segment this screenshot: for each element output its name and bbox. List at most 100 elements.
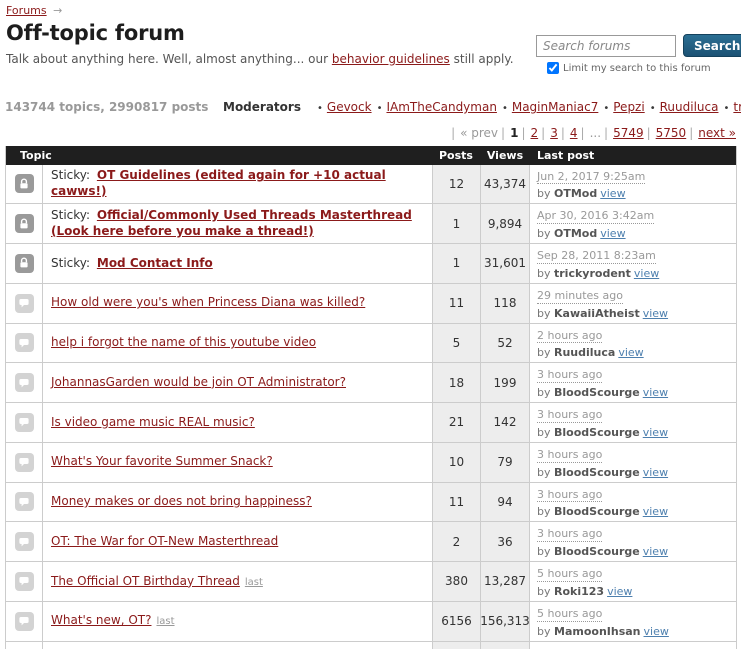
topic-cell: What's Your favorite Summer Snack?	[43, 443, 432, 482]
moderators-list: • Gevock • IAmTheCandyman • MaginManiac7 • Pepz…	[317, 100, 741, 114]
limit-search-checkbox[interactable]	[547, 62, 559, 74]
topic-status-cell	[6, 164, 43, 204]
pagination-item[interactable]: ...	[590, 126, 601, 140]
topic-link[interactable]: JohannasGarden would be join OT Administ…	[51, 375, 346, 389]
topic-link[interactable]: The Official OT Birthday Thread	[51, 574, 240, 588]
last-post-cell: Sep 28, 2011 8:23am by trickyrodent view	[530, 244, 736, 283]
pagination-item[interactable]: « prev	[460, 126, 498, 140]
view-link[interactable]: view	[643, 466, 668, 479]
bullet-icon: •	[649, 103, 656, 114]
pagination-cell: | 2	[518, 126, 538, 140]
column-header-topic: Topic	[20, 148, 52, 162]
posts-count: 1	[432, 204, 480, 243]
pagination-item[interactable]: 3	[550, 126, 558, 140]
last-post-cell: 5 hours ago by Roki123view	[530, 642, 736, 649]
topic-link[interactable]: OT Guidelines (edited again for +10 actu…	[51, 168, 386, 198]
moderator-link[interactable]: IAmTheCandyman	[386, 100, 496, 114]
description-text-tail: still apply.	[449, 52, 514, 66]
pagination-item[interactable]: next »	[698, 126, 736, 140]
last-post-date-link[interactable]: 5 hours ago	[537, 567, 603, 582]
last-post-date-link[interactable]: 29 minutes ago	[537, 289, 623, 304]
last-post-username: trickyrodent	[554, 266, 631, 280]
last-post-date-link[interactable]: 5 hours ago	[537, 607, 603, 622]
topic-status-cell	[6, 562, 43, 601]
moderator-link[interactable]: MaginManiac7	[512, 100, 599, 114]
posts-count: 11	[432, 283, 480, 323]
topic-link[interactable]: Official/Commonly Used Threads Masterthr…	[51, 208, 412, 238]
last-post-date-link[interactable]: 3 hours ago	[537, 408, 603, 423]
topic-link[interactable]: help i forgot the name of this youtube v…	[51, 335, 316, 349]
pagination-cell: |...	[578, 126, 602, 140]
last-post-date-link[interactable]: Sep 28, 2011 8:23am	[537, 249, 656, 264]
search-input[interactable]	[536, 34, 676, 57]
topic-link[interactable]: What's new, OT?	[51, 613, 151, 627]
moderator-link[interactable]: Ruudiluca	[660, 100, 719, 114]
table-row: You can make some friends in the gym? 3 …	[6, 641, 736, 649]
pagination-item[interactable]: 5749	[613, 126, 644, 140]
view-link[interactable]: view	[600, 227, 625, 240]
last-post-date-link[interactable]: 2 hours ago	[537, 329, 603, 344]
jump-to-last-link[interactable]: last	[245, 577, 263, 588]
topic-icon	[14, 611, 34, 631]
moderators-label: Moderators	[223, 100, 301, 114]
pagination-item[interactable]: 5750	[656, 126, 687, 140]
moderator-link[interactable]: trickyrodent	[733, 100, 741, 114]
topic-status-cell	[6, 323, 43, 363]
topic-status-cell	[6, 244, 43, 283]
pagination-item[interactable]: 2	[531, 126, 539, 140]
last-post-by: by Roki123 view	[537, 585, 729, 598]
last-post-date-link[interactable]: Apr 30, 2016 3:42am	[537, 209, 655, 224]
last-post-username: KawaiiAtheist	[554, 306, 640, 320]
last-post-by: by BloodScourge view	[537, 386, 729, 399]
view-link[interactable]: view	[600, 187, 625, 200]
topic-status-cell	[6, 641, 43, 649]
last-post-cell: 3 hours ago by BloodScourge view	[530, 522, 736, 561]
topic-link[interactable]: Is video game music REAL music?	[51, 415, 255, 429]
view-link[interactable]: view	[644, 625, 669, 638]
topic-link[interactable]: OT: The War for OT-New Masterthread	[51, 534, 278, 548]
by-label: by	[537, 227, 551, 240]
pagination-cell: | 4	[558, 126, 578, 140]
posts-count: 11	[432, 482, 480, 522]
moderator-link[interactable]: Gevock	[327, 100, 372, 114]
topic-link[interactable]: What's Your favorite Summer Snack?	[51, 454, 273, 468]
view-link[interactable]: view	[618, 346, 643, 359]
view-link[interactable]: view	[643, 386, 668, 399]
view-link[interactable]: view	[643, 307, 668, 320]
pagination-separator: |	[451, 125, 456, 140]
pagination-item[interactable]: 1	[510, 126, 518, 140]
table-row: Sticky: OT Guidelines (edited again for …	[6, 164, 736, 205]
topic-link[interactable]: Mod Contact Info	[97, 256, 213, 270]
table-row: help i forgot the name of this youtube v…	[6, 323, 736, 364]
views-count: 52	[480, 323, 530, 363]
moderator-link[interactable]: Pepzi	[613, 100, 644, 114]
topic-link[interactable]: Money makes or does not bring happiness?	[51, 494, 312, 508]
view-link[interactable]: view	[643, 426, 668, 439]
limit-search-label: Limit my search to this forum	[563, 62, 711, 74]
last-post-date-link[interactable]: 3 hours ago	[537, 488, 603, 503]
view-link[interactable]: view	[643, 505, 668, 518]
jump-to-last-link[interactable]: last	[156, 616, 174, 627]
last-post-by: by BloodScourge view	[537, 545, 729, 558]
topic-icon	[14, 492, 34, 512]
search-button[interactable]: Search	[683, 34, 741, 57]
pagination-cell: | 5750	[644, 126, 687, 140]
last-post-date-link[interactable]: Jun 2, 2017 9:25am	[537, 170, 646, 185]
topic-link[interactable]: How old were you's when Princess Diana w…	[51, 295, 365, 309]
forum-page: Forums → Search Limit my search to this …	[0, 0, 741, 649]
views-count: 31,601	[480, 244, 530, 283]
by-label: by	[537, 187, 551, 201]
breadcrumb-forums-link[interactable]: Forums	[6, 4, 47, 17]
last-post-date-link[interactable]: 3 hours ago	[537, 368, 603, 383]
by-label: by	[537, 425, 551, 439]
view-link[interactable]: view	[643, 545, 668, 558]
last-post-date-link[interactable]: 3 hours ago	[537, 448, 603, 463]
view-link[interactable]: view	[634, 267, 659, 280]
behavior-guidelines-link[interactable]: behavior guidelines	[332, 52, 450, 66]
limit-search-option[interactable]: Limit my search to this forum	[547, 62, 736, 74]
view-link[interactable]: view	[607, 585, 632, 598]
last-post-date-link[interactable]: 3 hours ago	[537, 527, 603, 542]
pagination-item[interactable]: 4	[570, 126, 578, 140]
posts-count: 10	[432, 442, 480, 482]
pagination-separator: |	[689, 125, 694, 140]
